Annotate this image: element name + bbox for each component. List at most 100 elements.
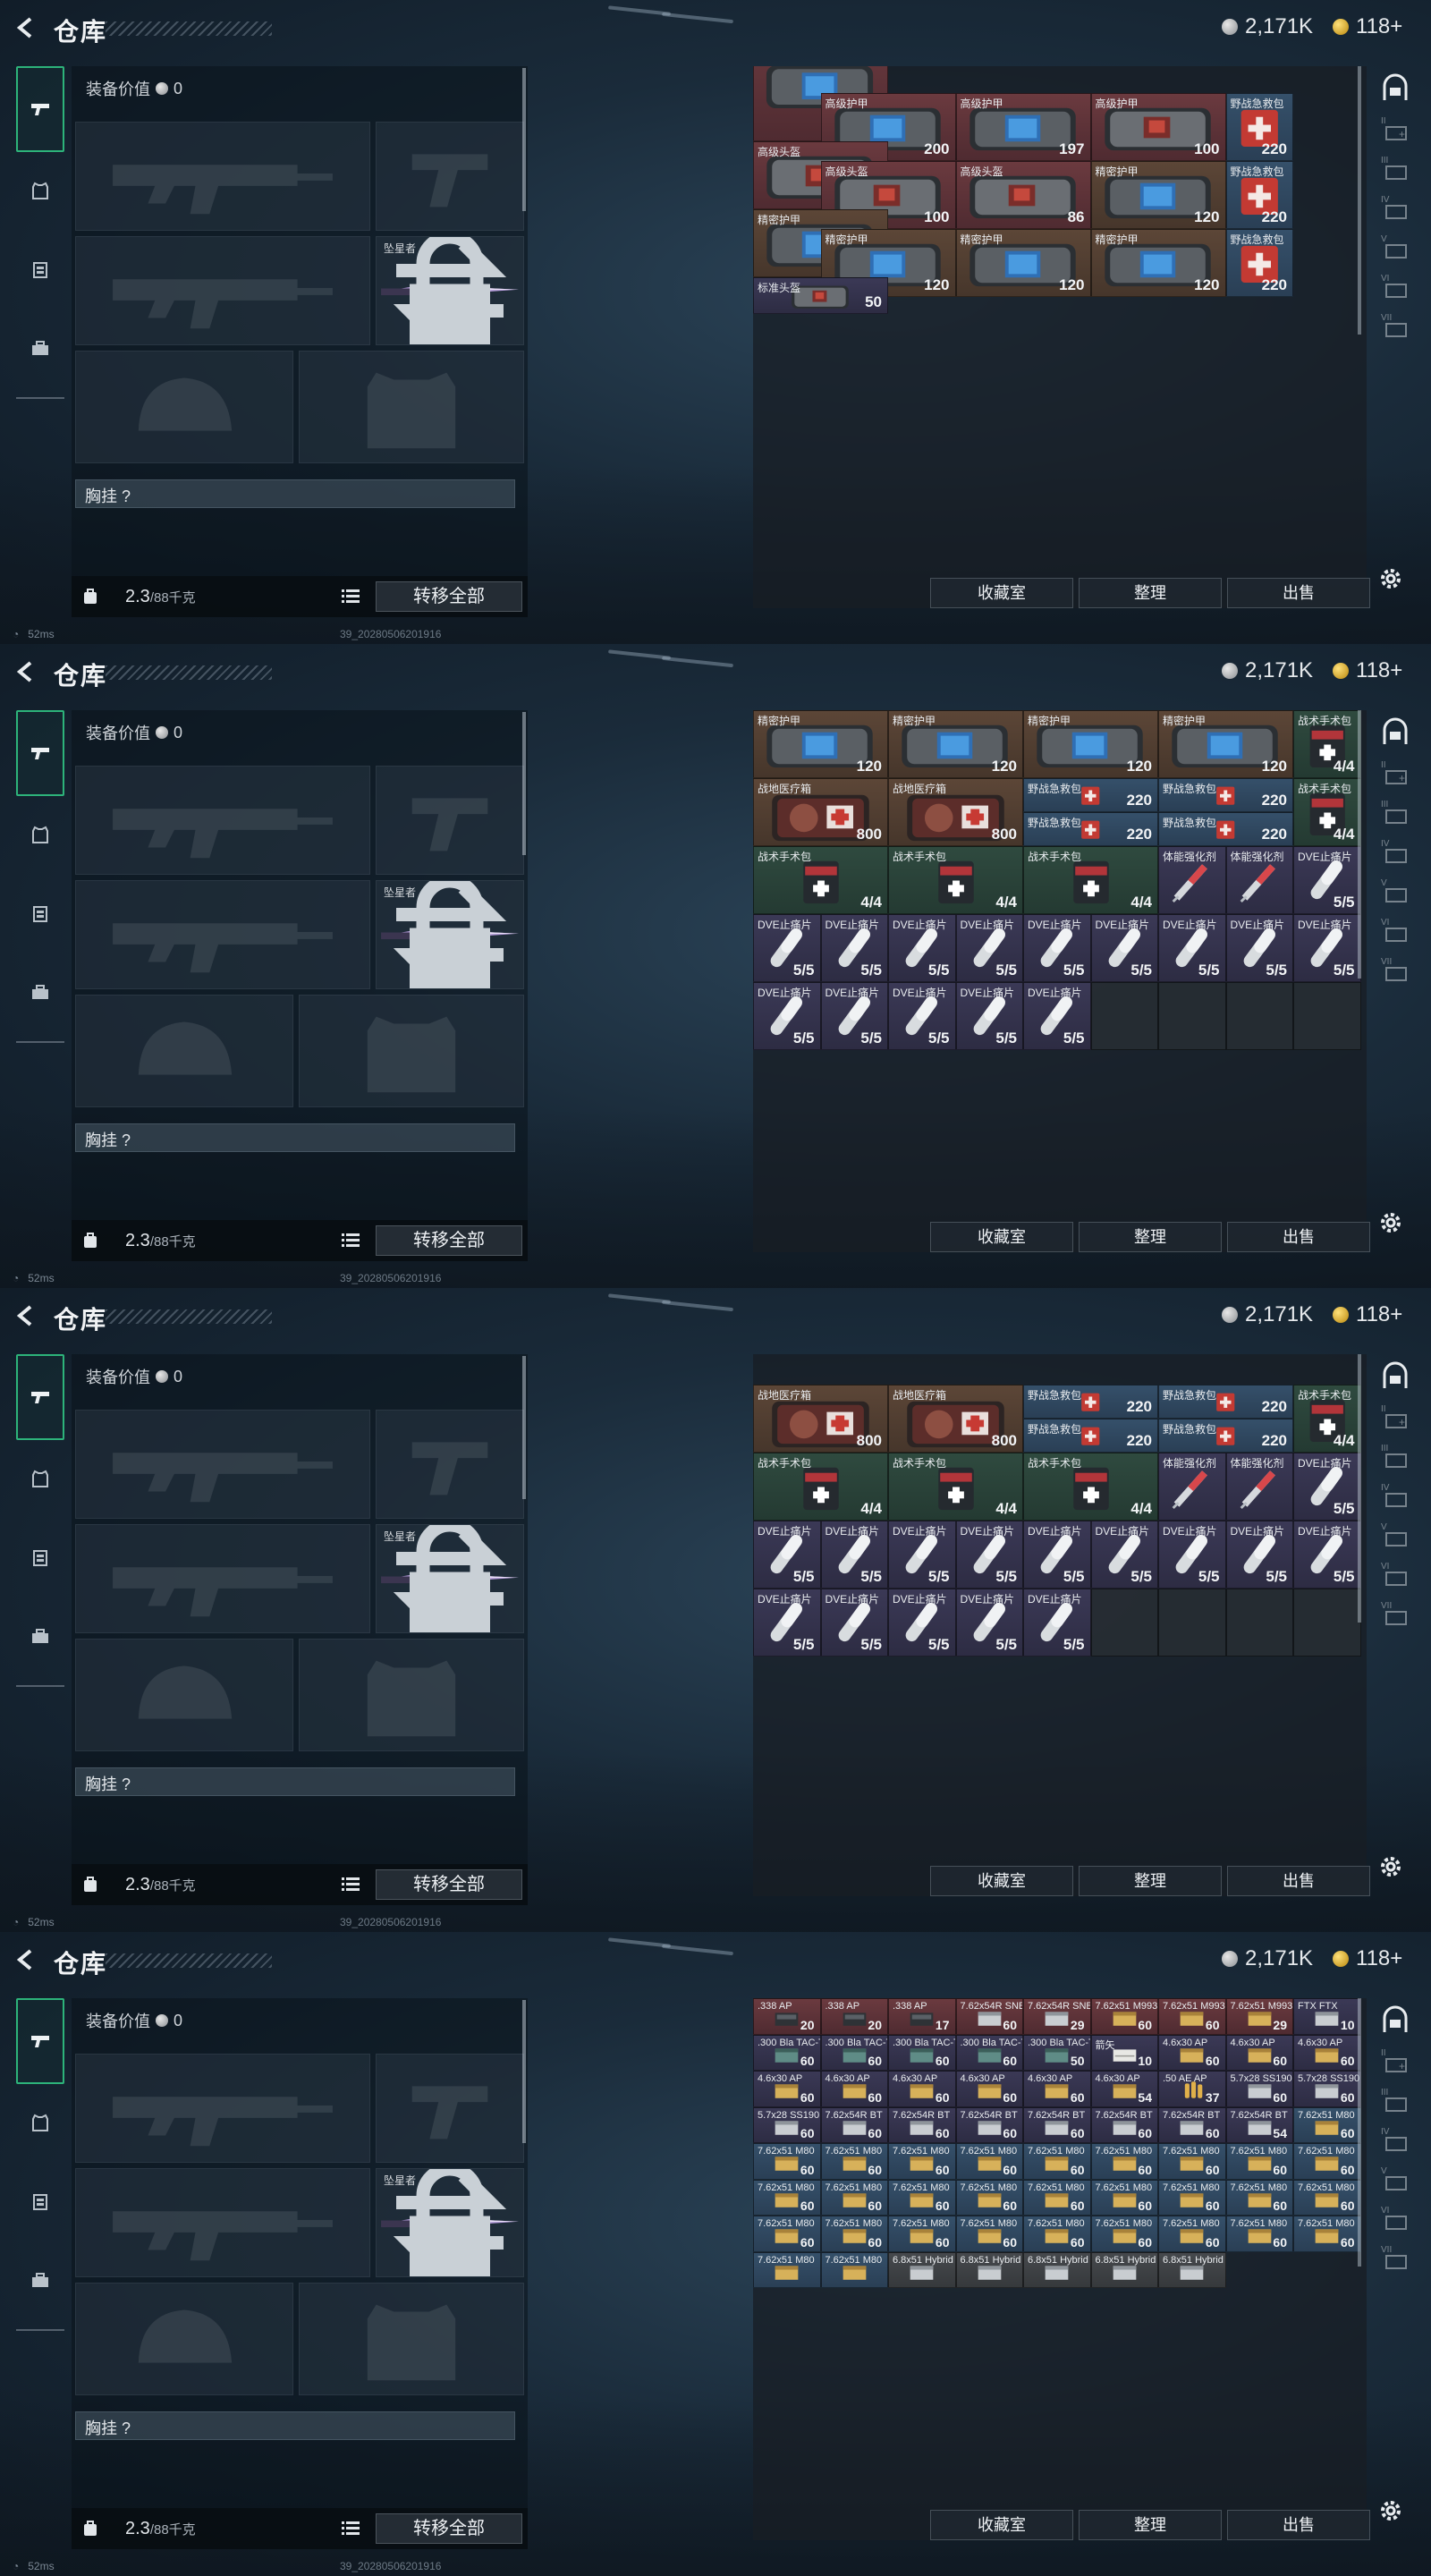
sort-button[interactable]: 整理 xyxy=(1079,2510,1222,2540)
inventory-item[interactable]: 7.62x51 M80 60 xyxy=(1225,2143,1293,2180)
nav-weapons[interactable] xyxy=(16,1998,64,2084)
sell-button[interactable]: 出售 xyxy=(1227,1222,1370,1252)
storage-tab-3[interactable]: III xyxy=(1377,1438,1413,1478)
inventory-item[interactable]: 4.6x30 AP 60 xyxy=(888,2071,956,2107)
storage-tab-5[interactable]: V xyxy=(1377,873,1413,912)
inventory-item[interactable]: 7.62x51 M80 xyxy=(753,2251,821,2288)
storage-tab-5[interactable]: V xyxy=(1377,229,1413,268)
inventory-item[interactable]: 精密护甲 120 xyxy=(1158,710,1293,778)
inventory-item[interactable]: 7.62x51 M80 60 xyxy=(888,2179,956,2216)
storage-tab-2[interactable]: II + xyxy=(1377,2043,1413,2082)
transfer-all-button[interactable]: 转移全部 xyxy=(376,1225,522,1256)
back-button[interactable] xyxy=(14,660,38,683)
back-button[interactable] xyxy=(14,1304,38,1327)
inventory-item[interactable]: .338 AP 17 xyxy=(888,1998,956,2035)
inventory-item[interactable]: 精密护甲 120 xyxy=(955,229,1091,298)
pistol-slot[interactable] xyxy=(376,766,524,875)
inventory-item[interactable]: DVE止痛片 5/5 xyxy=(1090,1521,1158,1589)
inventory-item[interactable]: .300 Bla TAC-TX 50 xyxy=(1023,2034,1091,2071)
transfer-all-button[interactable]: 转移全部 xyxy=(376,581,522,612)
chest-rig-slot[interactable]: 胸挂 ? xyxy=(75,1123,515,1152)
inventory-item[interactable]: DVE止痛片 5/5 xyxy=(1293,1521,1361,1589)
inventory-item[interactable]: DVE止痛片 5/5 xyxy=(955,1589,1023,1657)
inventory-item[interactable]: DVE止痛片 5/5 xyxy=(1293,1453,1361,1521)
inventory-item[interactable]: .300 Bla TAC-TX 60 xyxy=(955,2034,1023,2071)
inventory-scrollbar[interactable] xyxy=(1358,66,1361,335)
inventory-item[interactable]: 7.62x51 M80 60 xyxy=(1023,2143,1091,2180)
helmet-slot[interactable] xyxy=(75,1639,293,1751)
inventory-item[interactable]: 野战急救包 220 xyxy=(1158,1419,1293,1453)
empty-slot[interactable] xyxy=(1090,1589,1158,1657)
inventory-item[interactable]: 精密护甲 120 xyxy=(1023,710,1158,778)
list-icon[interactable] xyxy=(342,1877,360,1891)
inventory-item[interactable]: 野战急救包 220 xyxy=(1023,1385,1158,1419)
inventory-item[interactable]: 7.62x51 M80 60 xyxy=(1293,2179,1361,2216)
inventory-item[interactable]: 7.62x51 M80 60 xyxy=(955,2179,1023,2216)
equipment-scrollbar[interactable] xyxy=(522,68,526,211)
chest-rig-slot[interactable]: 胸挂 ? xyxy=(75,479,515,508)
inventory-item[interactable]: DVE止痛片 5/5 xyxy=(820,914,888,982)
storage-tab-overview[interactable] xyxy=(1377,716,1413,755)
inventory-item[interactable]: 7.62x51 M80 60 xyxy=(1293,2106,1361,2143)
inventory-item[interactable]: 精密护甲 120 xyxy=(888,710,1023,778)
inventory-item[interactable]: 7.62x54R BT 60 xyxy=(1023,2106,1091,2143)
inventory-item[interactable]: DVE止痛片 5/5 xyxy=(1158,1521,1226,1589)
inventory-item[interactable]: DVE止痛片 5/5 xyxy=(888,982,956,1050)
inventory-item[interactable]: 6.8x51 Hybrid xyxy=(1090,2251,1158,2288)
inventory-item[interactable]: 标准头盔 50 xyxy=(753,276,888,315)
inventory-item[interactable]: DVE止痛片 5/5 xyxy=(1158,914,1226,982)
inventory-item[interactable]: 野战急救包 220 xyxy=(1023,778,1158,812)
secondary-weapon-slot[interactable] xyxy=(75,2168,370,2277)
inventory-scrollbar[interactable] xyxy=(1358,1354,1361,1623)
melee-slot[interactable]: 坠星者 xyxy=(376,880,524,989)
helmet-slot[interactable] xyxy=(75,351,293,463)
inventory-item[interactable]: .50 AE AP 37 xyxy=(1158,2071,1226,2107)
inventory-item[interactable]: 7.62x54R SNB 60 xyxy=(955,1998,1023,2035)
inventory-item[interactable]: 7.62x54R BT 60 xyxy=(820,2106,888,2143)
inventory-item[interactable]: 7.62x51 M80 60 xyxy=(888,2216,956,2252)
empty-slot[interactable] xyxy=(1293,982,1361,1050)
storage-tab-4[interactable]: IV xyxy=(1377,1478,1413,1517)
sell-button[interactable]: 出售 xyxy=(1227,2510,1370,2540)
storage-tab-5[interactable]: V xyxy=(1377,2161,1413,2200)
inventory-item[interactable]: 6.8x51 Hybrid xyxy=(955,2251,1023,2288)
primary-weapon-slot[interactable] xyxy=(75,122,370,231)
inventory-item[interactable]: 7.62x51 M80 60 xyxy=(820,2179,888,2216)
list-icon[interactable] xyxy=(342,2521,360,2535)
body-armor-slot[interactable] xyxy=(299,1639,524,1751)
settings-gear-icon[interactable] xyxy=(1377,2497,1404,2524)
inventory-item[interactable]: 精密护甲 120 xyxy=(753,710,888,778)
empty-slot[interactable] xyxy=(1293,1589,1361,1657)
storage-tab-3[interactable]: III xyxy=(1377,150,1413,190)
collection-room-button[interactable]: 收藏室 xyxy=(930,1222,1073,1252)
inventory-item[interactable]: 5.7x28 SS190 60 xyxy=(753,2106,821,2143)
gold-balance[interactable]: 118+ xyxy=(1333,658,1402,683)
inventory-item[interactable]: 4.6x30 AP 60 xyxy=(955,2071,1023,2107)
inventory-item[interactable]: 精密护甲 120 xyxy=(1090,229,1226,298)
nav-weapons[interactable] xyxy=(16,66,64,152)
gold-balance[interactable]: 118+ xyxy=(1333,14,1402,39)
inventory-item[interactable]: 战术手术包 4/4 xyxy=(1023,1453,1158,1521)
helmet-slot[interactable] xyxy=(75,995,293,1107)
inventory-item[interactable]: 7.62x51 M80 60 xyxy=(1158,2216,1226,2252)
storage-tab-7[interactable]: VII xyxy=(1377,952,1413,991)
storage-tab-2[interactable]: II + xyxy=(1377,1399,1413,1438)
gold-balance[interactable]: 118+ xyxy=(1333,1302,1402,1327)
inventory-item[interactable]: 7.62x51 M80 60 xyxy=(1225,2216,1293,2252)
inventory-item[interactable]: 战术手术包 4/4 xyxy=(888,1453,1023,1521)
inventory-item[interactable]: 战术手术包 4/4 xyxy=(888,846,1023,914)
inventory-item[interactable]: 战术手术包 4/4 xyxy=(753,1453,888,1521)
inventory-item[interactable]: DVE止痛片 5/5 xyxy=(820,982,888,1050)
body-armor-slot[interactable] xyxy=(299,995,524,1107)
inventory-item[interactable]: 7.62x51 M80 60 xyxy=(753,2216,821,2252)
inventory-item[interactable]: 7.62x51 M993 60 xyxy=(1090,1998,1158,2035)
inventory-item[interactable]: 7.62x51 M80 60 xyxy=(1293,2216,1361,2252)
storage-tab-2[interactable]: II + xyxy=(1377,755,1413,794)
storage-tab-6[interactable]: VI xyxy=(1377,1556,1413,1596)
inventory-item[interactable]: 野战急救包 220 xyxy=(1225,161,1293,230)
inventory-item[interactable]: 战术手术包 4/4 xyxy=(1293,1385,1361,1453)
nav-armor[interactable] xyxy=(16,1440,64,1519)
pistol-slot[interactable] xyxy=(376,1410,524,1519)
inventory-item[interactable]: DVE止痛片 5/5 xyxy=(1023,914,1091,982)
secondary-weapon-slot[interactable] xyxy=(75,1524,370,1633)
